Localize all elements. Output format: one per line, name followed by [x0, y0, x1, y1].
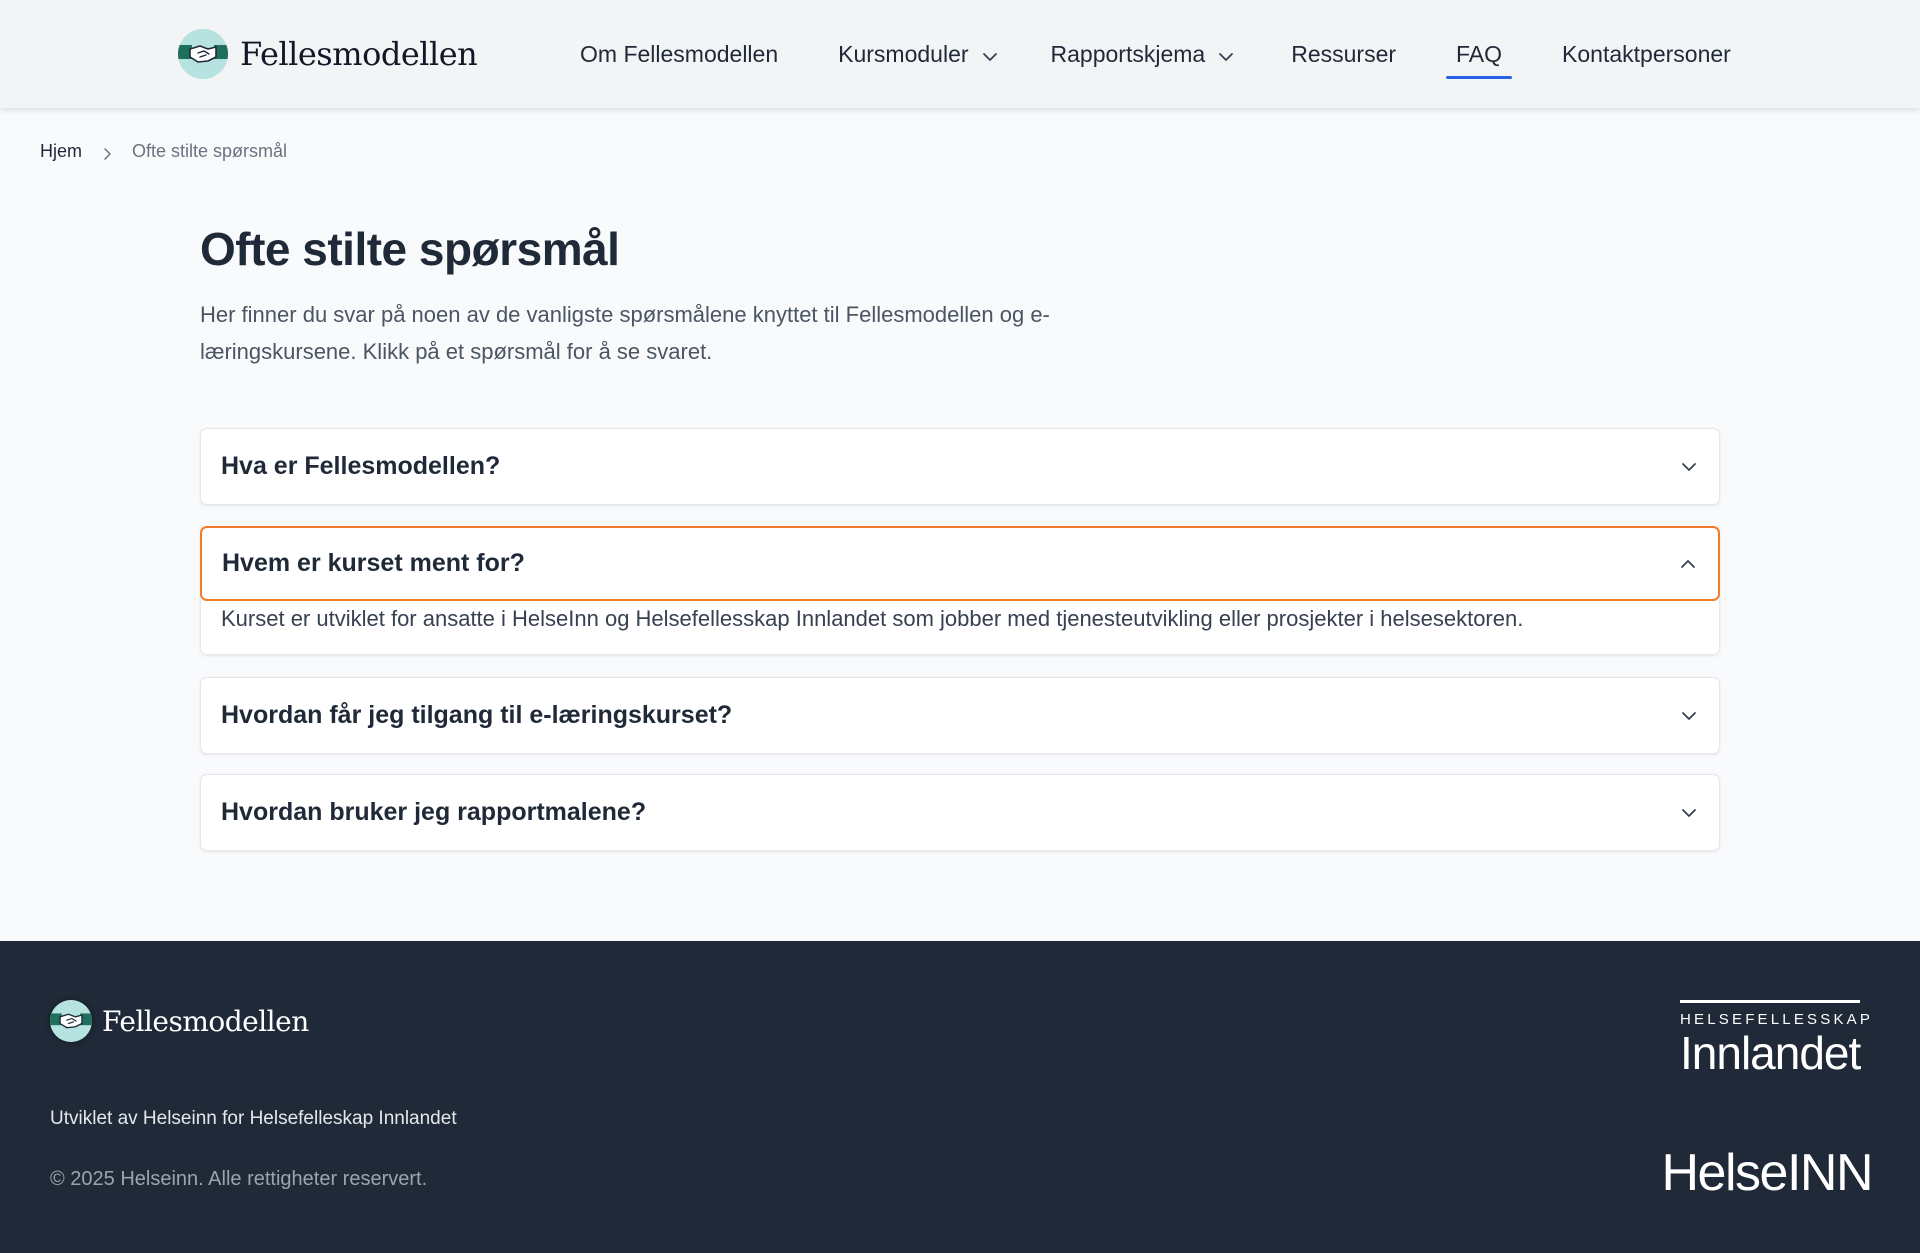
footer-brand: Fellesmodellen	[50, 999, 309, 1043]
faq-question-text: Hva er Fellesmodellen?	[221, 452, 501, 480]
chevron-right-icon	[100, 145, 114, 160]
faq-item-expanded: Hvem er kurset ment for? Kurset er utvik…	[200, 526, 1720, 655]
helseinn-logo: HelseINN	[1661, 1144, 1874, 1202]
breadcrumb: Hjem Ofte stilte spørsmål	[40, 141, 287, 162]
faq-question-button[interactable]: Hvordan bruker jeg rapportmalene?	[201, 775, 1719, 850]
faq-question-text: Hvordan får jeg tilgang til e-læringskur…	[221, 701, 733, 729]
nav-label: FAQ	[1456, 40, 1503, 67]
main-nav: Om Fellesmodellen Kursmoduler Rapportskj…	[580, 0, 1731, 108]
nav-label: Kontaktpersoner	[1562, 40, 1731, 67]
faq-answer: Kurset er utviklet for ansatte i HelseIn…	[221, 606, 1524, 631]
nav-label: Rapportskjema	[1050, 40, 1206, 67]
handshake-icon	[178, 29, 228, 79]
nav-label: Om Fellesmodellen	[580, 40, 779, 67]
site-header: Fellesmodellen Om Fellesmodellen Kursmod…	[0, 0, 1920, 108]
footer-tagline: Utviklet av Helseinn for Helsefelleskap …	[50, 1108, 457, 1129]
intro-line: læringskursene. Klikk på et spørsmål for…	[200, 339, 713, 364]
faq-item: Hvordan bruker jeg rapportmalene?	[200, 774, 1720, 851]
brand-name: Fellesmodellen	[240, 35, 478, 73]
nav-label: Ressurser	[1291, 40, 1397, 67]
logo-big-text: Innlandet	[1680, 1027, 1861, 1079]
nav-om-fellesmodellen[interactable]: Om Fellesmodellen	[580, 0, 778, 108]
faq-question-text: Hvem er kurset ment for?	[222, 549, 525, 577]
helsefellesskap-innlandet-logo: HELSEFELLESSKAP Innlandet	[1680, 1000, 1874, 1079]
chevron-down-icon	[1217, 45, 1235, 63]
brand-link[interactable]: Fellesmodellen	[178, 29, 478, 79]
faq-question-button[interactable]: Hvem er kurset ment for?	[200, 526, 1720, 601]
page-intro: Her finner du svar på noen av de vanligs…	[200, 296, 1080, 370]
faq-item: Hva er Fellesmodellen?	[200, 428, 1720, 505]
faq-question-button[interactable]: Hva er Fellesmodellen?	[201, 429, 1719, 504]
chevron-down-icon	[1679, 457, 1699, 477]
faq-question-text: Hvordan bruker jeg rapportmalene?	[221, 798, 647, 826]
breadcrumb-current: Ofte stilte spørsmål	[132, 141, 288, 161]
page-title: Ofte stilte spørsmål	[200, 223, 620, 275]
site-footer: Fellesmodellen	[0, 941, 1920, 1253]
footer-copyright: © 2025 Helseinn. Alle rettigheter reserv…	[50, 1168, 428, 1190]
nav-kontaktpersoner[interactable]: Kontaktpersoner	[1562, 0, 1731, 108]
nav-faq[interactable]: FAQ	[1446, 0, 1513, 108]
logo-rule	[1680, 1000, 1860, 1003]
footer-brand-name: Fellesmodellen	[102, 1004, 309, 1038]
chevron-down-icon	[1679, 803, 1699, 823]
logo-small-text: HELSEFELLESSKAP	[1680, 1011, 1874, 1028]
handshake-icon	[50, 1000, 92, 1042]
nav-label: Kursmoduler	[838, 40, 969, 67]
nav-kursmoduler[interactable]: Kursmoduler	[838, 0, 998, 108]
chevron-down-icon	[1679, 706, 1699, 726]
chevron-down-icon	[981, 45, 999, 63]
nav-ressurser[interactable]: Ressurser	[1291, 0, 1396, 108]
nav-rapportskjema[interactable]: Rapportskjema	[1051, 0, 1236, 108]
faq-item: Hvordan får jeg tilgang til e-læringskur…	[200, 677, 1720, 754]
intro-line: Her finner du svar på noen av de vanligs…	[200, 302, 1050, 327]
chevron-up-icon	[1678, 554, 1698, 574]
faq-question-button[interactable]: Hvordan får jeg tilgang til e-læringskur…	[201, 678, 1719, 753]
breadcrumb-home-link[interactable]: Hjem	[40, 141, 82, 162]
